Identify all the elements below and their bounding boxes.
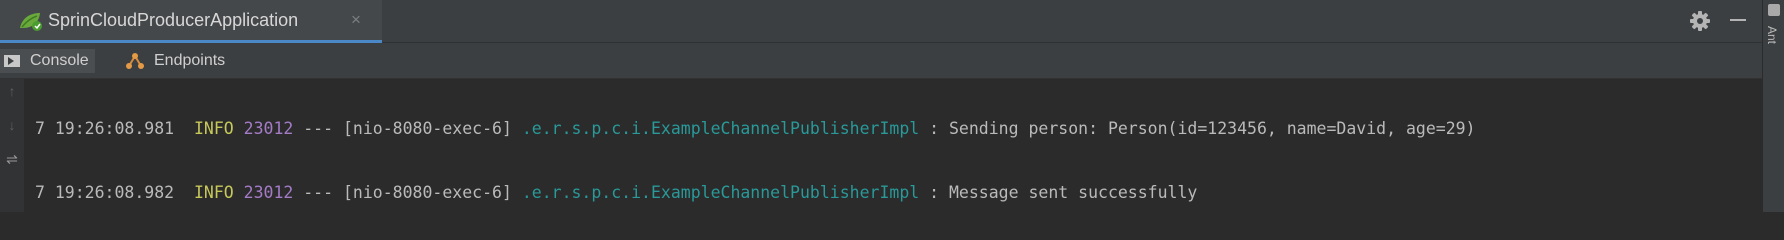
log-timestamp: 7 19:26:08.981 xyxy=(35,119,175,138)
log-pid: 23012 xyxy=(243,183,294,202)
log-logger: .e.r.s.p.c.i.ExampleChannelPublisherImpl xyxy=(521,119,920,138)
log-message: Sending person: Person(id=123456, name=D… xyxy=(949,119,1476,138)
console-subtabbar: Console Endpoints xyxy=(0,43,1762,79)
log-level: INFO xyxy=(193,183,234,202)
soft-wrap-icon[interactable]: ⇌ xyxy=(2,151,22,167)
tab-endpoints[interactable]: Endpoints xyxy=(120,49,230,73)
scroll-down-icon[interactable]: ↓ xyxy=(2,117,22,133)
ant-tool-window-strip[interactable]: Ant xyxy=(1762,0,1784,212)
console-output[interactable]: 7 19:26:08.981 INFO 23012 --- [nio-8080-… xyxy=(35,78,1760,225)
log-line: 7 19:26:08.981 INFO 23012 --- [nio-8080-… xyxy=(35,116,1760,142)
log-pid: 23012 xyxy=(243,119,294,138)
gear-icon[interactable] xyxy=(1688,9,1712,33)
console-toolbar: ↑ ↓ ⇌ xyxy=(0,79,24,212)
log-level: INFO xyxy=(193,119,234,138)
minimize-icon[interactable] xyxy=(1730,19,1746,21)
log-logger: .e.r.s.p.c.i.ExampleChannelPublisherImpl xyxy=(521,183,920,202)
log-separator: --- xyxy=(303,119,334,138)
tab-endpoints-label: Endpoints xyxy=(154,52,226,69)
run-tabbar: SprinCloudProducerApplication × xyxy=(0,0,1762,43)
run-tab[interactable]: SprinCloudProducerApplication × xyxy=(0,0,382,43)
log-timestamp: 7 19:26:08.982 xyxy=(35,183,175,202)
ant-icon xyxy=(1768,4,1780,16)
tab-console-label: Console xyxy=(30,52,89,69)
log-colon: : xyxy=(929,119,940,138)
log-message: Message sent successfully xyxy=(949,183,1198,202)
log-colon: : xyxy=(929,183,940,202)
log-thread: [nio-8080-exec-6] xyxy=(343,183,512,202)
spring-leaf-icon xyxy=(20,13,42,31)
log-thread: [nio-8080-exec-6] xyxy=(343,119,512,138)
tab-console[interactable]: Console xyxy=(0,49,95,73)
ant-label: Ant xyxy=(1765,26,1779,45)
scroll-up-icon[interactable]: ↑ xyxy=(2,83,22,99)
log-separator: --- xyxy=(303,183,334,202)
run-tab-title: SprinCloudProducerApplication xyxy=(48,10,299,30)
endpoints-icon xyxy=(126,53,144,69)
close-tab-icon[interactable]: × xyxy=(351,9,361,31)
log-line: 7 19:26:08.982 INFO 23012 --- [nio-8080-… xyxy=(35,180,1760,206)
console-icon xyxy=(4,55,20,67)
